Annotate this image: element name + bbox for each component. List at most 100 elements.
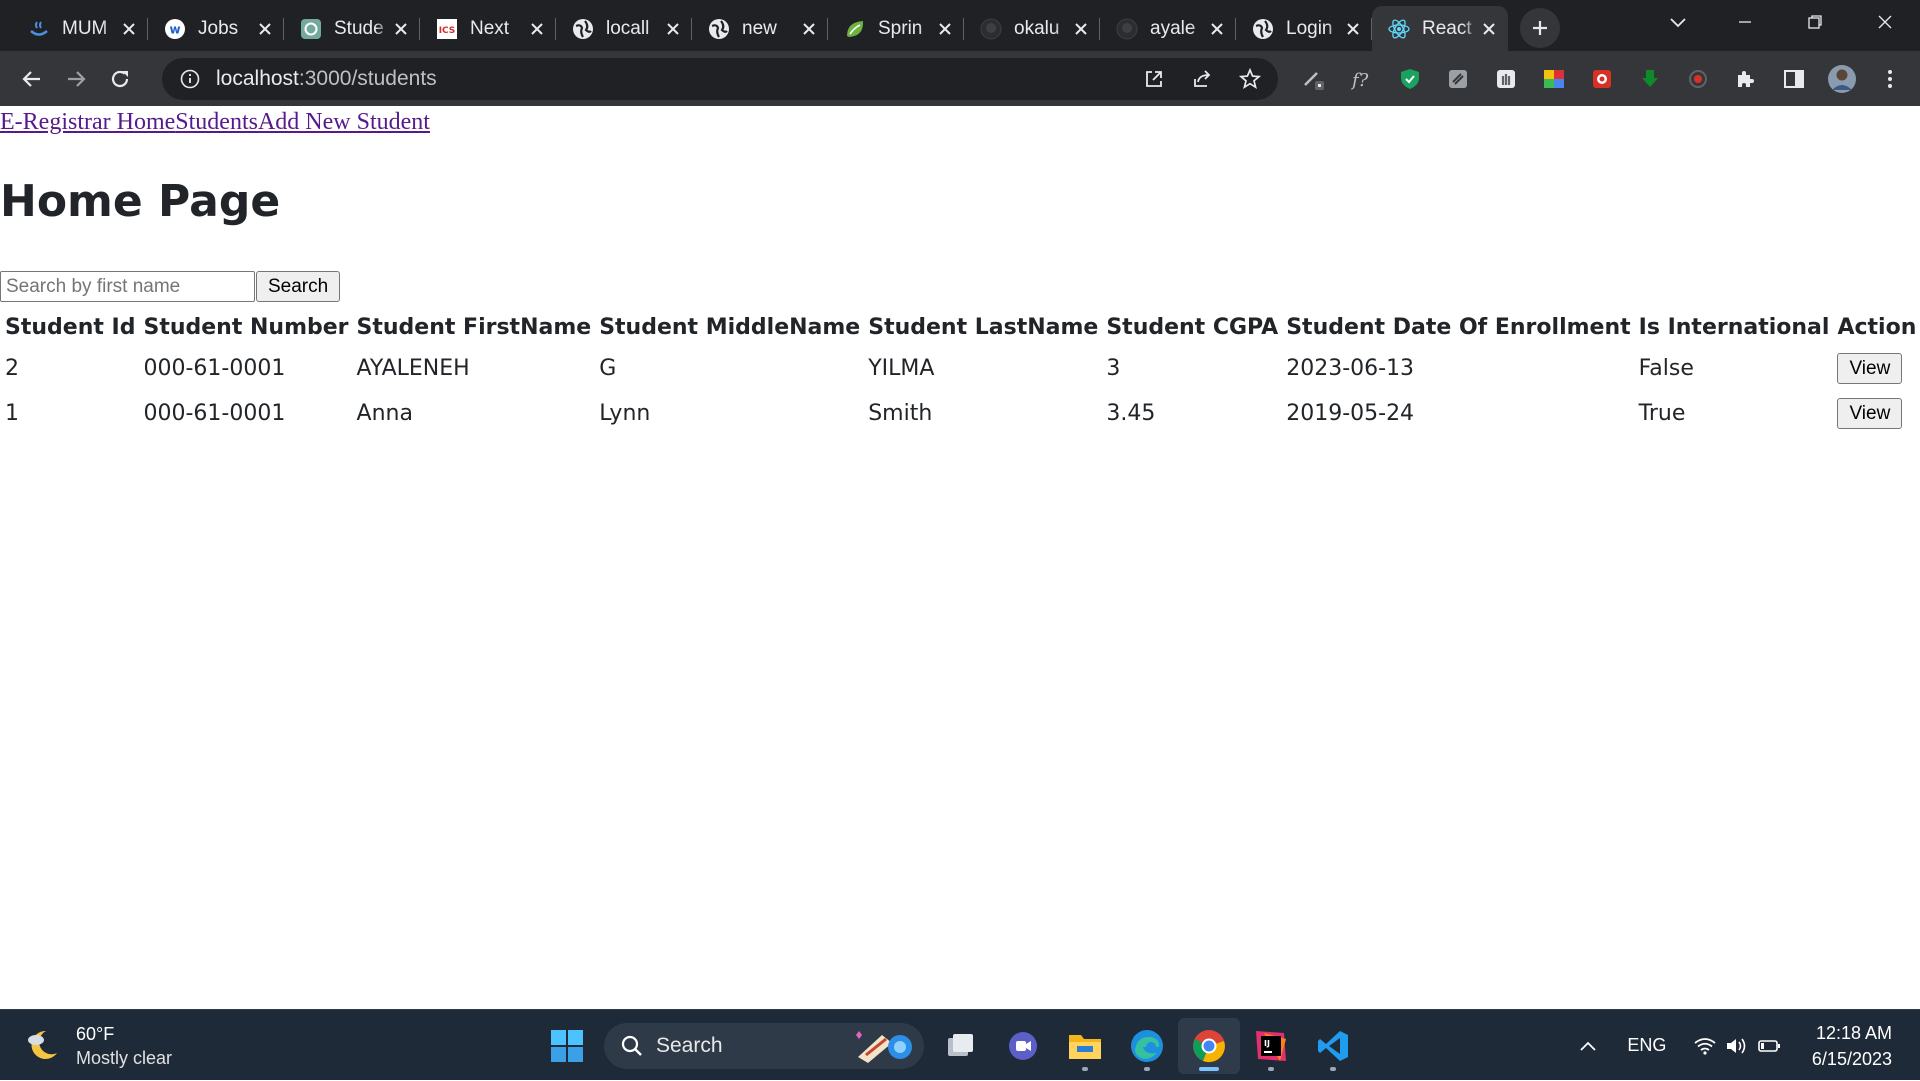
nav-link-add-student[interactable]: Add New Student (258, 109, 430, 135)
table-header-row: Student Id Student Number Student FirstN… (2, 310, 1919, 345)
tab-search-button[interactable] (1660, 8, 1696, 38)
browser-toolbar: localhost:3000/students f? (0, 51, 1920, 106)
edge-button[interactable] (1116, 1018, 1178, 1074)
back-button[interactable] (10, 57, 54, 101)
cell-middle-name: G (599, 356, 617, 381)
close-icon[interactable] (664, 20, 682, 38)
column-header: Is International (1638, 315, 1830, 340)
tab-title: Stude (334, 17, 384, 39)
w-logo-icon: w (164, 18, 186, 40)
extension-hand[interactable] (1482, 57, 1530, 101)
bookmark-button[interactable] (1226, 57, 1274, 101)
folder-icon (1069, 1035, 1101, 1059)
close-icon[interactable] (1072, 20, 1090, 38)
extension-colors[interactable] (1530, 57, 1578, 101)
show-hidden-icons-button[interactable] (1564, 1010, 1612, 1081)
close-icon[interactable] (1208, 20, 1226, 38)
tab-github-okalu[interactable]: okalu (964, 6, 1100, 51)
network-volume-battery[interactable] (1682, 1010, 1792, 1081)
intellij-button[interactable]: IJ (1240, 1018, 1302, 1074)
formula-icon: f? (1350, 70, 1369, 91)
restore-button[interactable] (1780, 0, 1850, 44)
vscode-button[interactable] (1302, 1018, 1364, 1074)
open-in-app-button[interactable] (1130, 57, 1178, 101)
profile-button[interactable] (1818, 57, 1866, 101)
reload-button[interactable] (98, 57, 142, 101)
taskbar-search[interactable]: Search (604, 1023, 924, 1069)
forward-button[interactable] (54, 57, 98, 101)
close-icon[interactable] (256, 20, 274, 38)
extension-formula[interactable]: f? (1338, 57, 1386, 101)
nav-link-home[interactable]: E-Registrar Home (0, 109, 175, 135)
windows-taskbar: 60°F Mostly clear Search IJ ENG 12:18 AM… (0, 1009, 1920, 1080)
chrome-button[interactable] (1178, 1018, 1240, 1074)
tab-title: MUM (62, 17, 108, 39)
extension-download[interactable] (1626, 57, 1674, 101)
spring-icon (844, 18, 866, 40)
side-panel-button[interactable] (1770, 57, 1818, 101)
tab-title: okalu (1014, 17, 1060, 39)
tab-new[interactable]: new (692, 6, 828, 51)
nav-link-students[interactable]: Students (175, 109, 258, 135)
column-header: Student Number (143, 315, 349, 340)
close-icon[interactable] (936, 20, 954, 38)
tab-login[interactable]: Login (1236, 6, 1372, 51)
start-button[interactable] (536, 1018, 598, 1074)
extension-docs[interactable] (1434, 57, 1482, 101)
tab-github-ayale[interactable]: ayale (1100, 6, 1236, 51)
minimize-button[interactable] (1710, 0, 1780, 44)
close-icon[interactable] (392, 20, 410, 38)
clock[interactable]: 12:18 AM 6/15/2023 (1812, 1020, 1892, 1072)
tab-chatgpt[interactable]: Stude (284, 6, 420, 51)
share-button[interactable] (1178, 57, 1226, 101)
menu-button[interactable] (1866, 57, 1914, 101)
globe-icon (1252, 18, 1274, 40)
view-button[interactable]: View (1837, 398, 1903, 429)
browser-tab-strip: MUM w Jobs Stude ICS Next locall new Spr… (0, 0, 1920, 51)
more-vertical-icon (1888, 70, 1892, 88)
search-button[interactable]: Search (256, 271, 341, 302)
view-button[interactable]: View (1837, 353, 1903, 384)
tab-jobs[interactable]: w Jobs (148, 6, 284, 51)
chatgpt-icon (300, 18, 322, 40)
language-indicator[interactable]: ENG (1612, 1010, 1682, 1081)
system-tray: ENG 12:18 AM 6/15/2023 (1564, 1010, 1920, 1081)
extension-pen[interactable] (1290, 57, 1338, 101)
teams-chat-button[interactable] (992, 1018, 1054, 1074)
docs-icon (1449, 70, 1467, 88)
close-icon[interactable] (1344, 20, 1362, 38)
column-header: Student CGPA (1106, 315, 1279, 340)
tab-next[interactable]: ICS Next (420, 6, 556, 51)
edge-icon (1131, 1030, 1163, 1062)
column-header: Student Id (5, 315, 136, 340)
search-input[interactable] (0, 271, 255, 302)
extension-record[interactable] (1674, 57, 1722, 101)
task-view-button[interactable] (930, 1018, 992, 1074)
weather-temperature: 60°F (76, 1024, 115, 1044)
battery-icon (1758, 1039, 1780, 1052)
students-table: Student Id Student Number Student FirstN… (0, 308, 1920, 437)
cell-enrollment-date: 2019-05-24 (1286, 401, 1415, 426)
close-icon[interactable] (800, 20, 818, 38)
volume-icon (1726, 1038, 1746, 1053)
close-icon[interactable] (120, 20, 138, 38)
tab-mum[interactable]: MUM (12, 6, 148, 51)
search-form: Search (0, 271, 341, 302)
info-icon[interactable] (180, 69, 200, 89)
new-tab-button[interactable] (1520, 8, 1560, 48)
close-window-button[interactable] (1850, 0, 1920, 44)
address-bar[interactable]: localhost:3000/students (162, 58, 1278, 100)
weather-widget[interactable]: 60°F Mostly clear (24, 1022, 172, 1070)
close-icon[interactable] (528, 20, 546, 38)
extensions-button[interactable] (1722, 57, 1770, 101)
extension-shield[interactable] (1386, 57, 1434, 101)
tab-react-active[interactable]: React (1372, 6, 1508, 51)
chevron-down-icon (1670, 18, 1686, 28)
close-icon[interactable] (1480, 20, 1498, 38)
avatar (1828, 65, 1856, 93)
tab-localhost[interactable]: locall (556, 6, 692, 51)
task-view-icon (948, 1034, 973, 1056)
file-explorer-button[interactable] (1054, 1018, 1116, 1074)
extension-red[interactable] (1578, 57, 1626, 101)
tab-spring[interactable]: Sprin (828, 6, 964, 51)
